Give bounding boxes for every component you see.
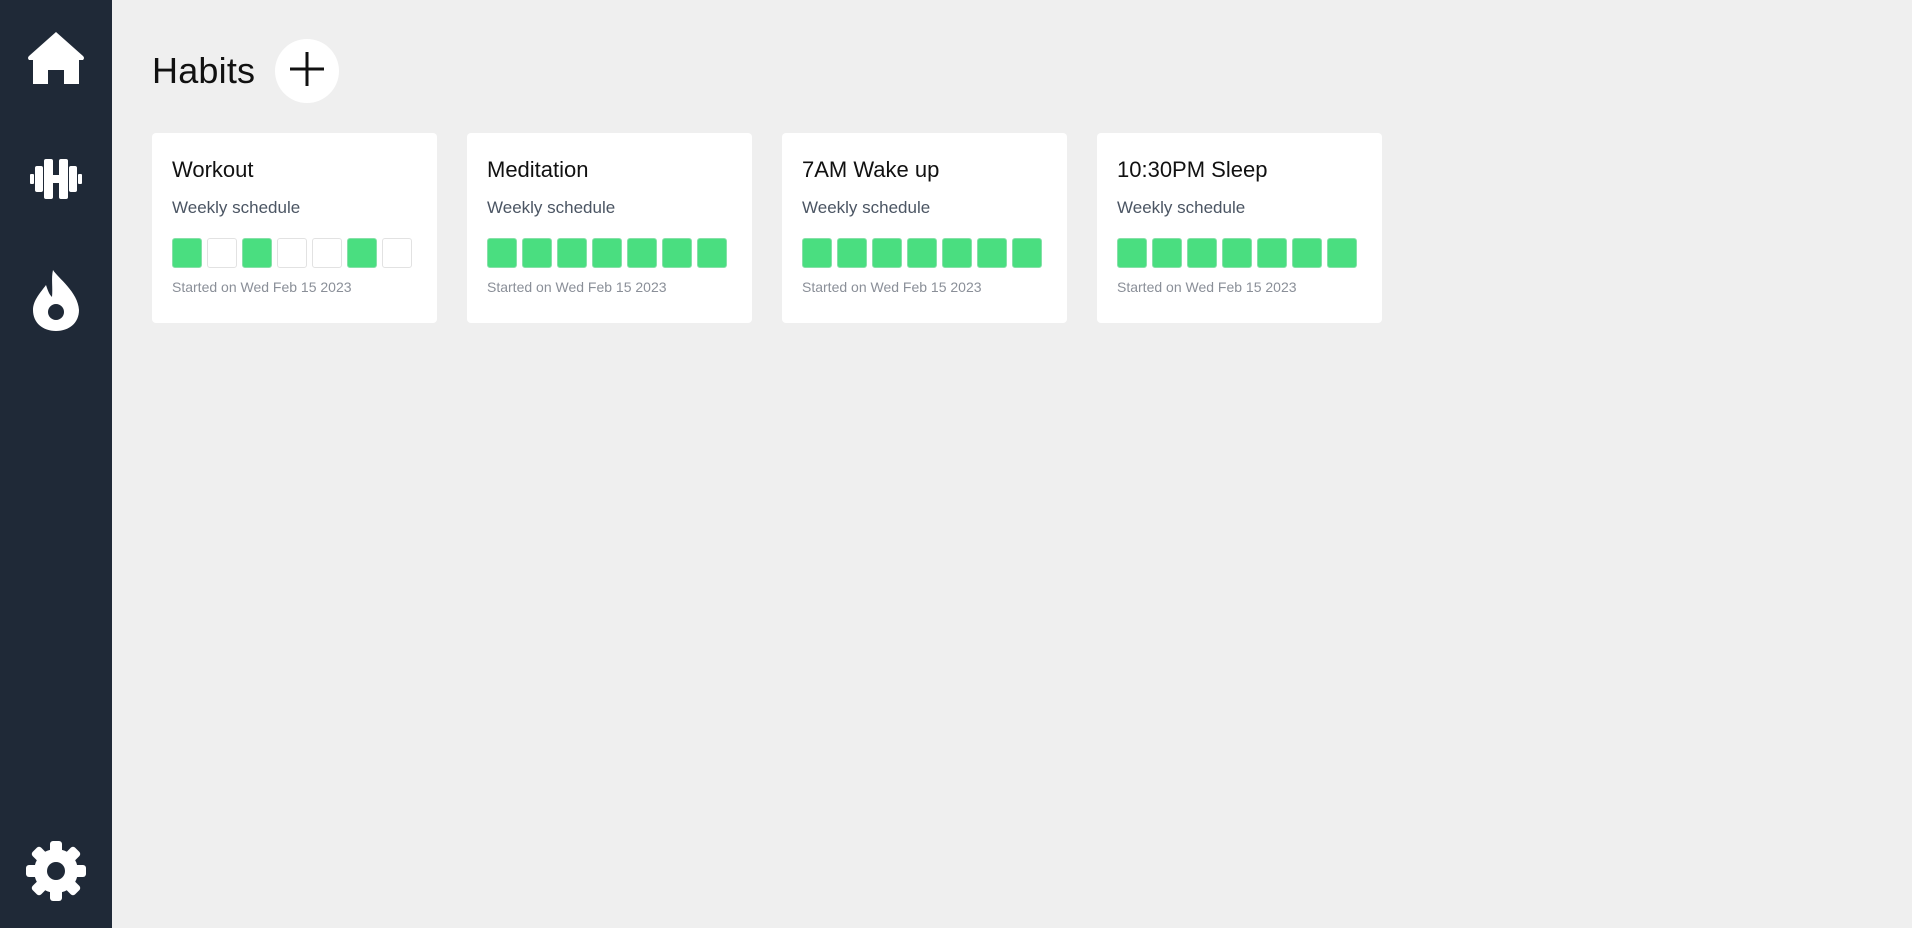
day-checkbox-done[interactable] <box>1292 238 1322 268</box>
day-checkbox-done[interactable] <box>522 238 552 268</box>
weekly-schedule <box>1117 238 1362 268</box>
day-checkbox-done[interactable] <box>837 238 867 268</box>
habit-cards: Workout Weekly schedule Started on Wed Feb… <box>152 133 1382 323</box>
sidebar <box>0 0 112 928</box>
habit-card[interactable]: Workout Weekly schedule Started on Wed Feb… <box>152 133 437 323</box>
day-checkbox-done[interactable] <box>1152 238 1182 268</box>
habit-card[interactable]: Meditation Weekly schedule Started on Wed … <box>467 133 752 323</box>
sidebar-item-home[interactable] <box>0 10 112 106</box>
habit-title: Workout <box>172 157 254 182</box>
day-checkbox-done[interactable] <box>977 238 1007 268</box>
sidebar-item-settings[interactable] <box>0 823 112 919</box>
day-checkbox-done[interactable] <box>1222 238 1252 268</box>
habit-start-date: Started on Wed Feb 15 2023 <box>1117 279 1297 295</box>
main-content: Habits Workout Weekly schedule Started on … <box>112 0 1912 928</box>
day-checkbox-done[interactable] <box>907 238 937 268</box>
day-checkbox-done[interactable] <box>802 238 832 268</box>
page-header: Habits <box>152 38 340 104</box>
day-checkbox-empty[interactable] <box>312 238 342 268</box>
day-checkbox-done[interactable] <box>557 238 587 268</box>
day-checkbox-empty[interactable] <box>207 238 237 268</box>
habit-start-date: Started on Wed Feb 15 2023 <box>172 279 352 295</box>
habit-start-date: Started on Wed Feb 15 2023 <box>487 279 667 295</box>
day-checkbox-done[interactable] <box>1187 238 1217 268</box>
habit-schedule-label: Weekly schedule <box>1117 198 1246 217</box>
day-checkbox-empty[interactable] <box>277 238 307 268</box>
habit-title: 7AM Wake up <box>802 157 940 182</box>
habit-title: 10:30PM Sleep <box>1117 157 1268 182</box>
weekly-schedule <box>487 238 732 268</box>
weekly-schedule <box>172 238 417 268</box>
dumbbell-icon <box>29 158 83 200</box>
app: Habits Workout Weekly schedule Started on … <box>0 0 1912 928</box>
gear-icon <box>24 839 88 903</box>
day-checkbox-done[interactable] <box>1012 238 1042 268</box>
day-checkbox-done[interactable] <box>487 238 517 268</box>
day-checkbox-done[interactable] <box>172 238 202 268</box>
day-checkbox-done[interactable] <box>1327 238 1357 268</box>
habit-card[interactable]: 7AM Wake up Weekly schedule Started on Wed… <box>782 133 1067 323</box>
habit-schedule-label: Weekly schedule <box>172 198 301 217</box>
flame-icon <box>31 268 81 332</box>
day-checkbox-done[interactable] <box>872 238 902 268</box>
sidebar-item-habits[interactable] <box>0 131 112 227</box>
habit-card[interactable]: 10:30PM Sleep Weekly schedule Started on W… <box>1097 133 1382 323</box>
day-checkbox-done[interactable] <box>627 238 657 268</box>
plus-icon <box>290 51 325 91</box>
sidebar-item-streaks[interactable] <box>0 252 112 348</box>
day-checkbox-done[interactable] <box>942 238 972 268</box>
day-checkbox-done[interactable] <box>592 238 622 268</box>
day-checkbox-done[interactable] <box>347 238 377 268</box>
page-title: Habits <box>152 50 256 91</box>
habit-title: Meditation <box>487 157 589 182</box>
habit-schedule-label: Weekly schedule <box>487 198 616 217</box>
add-habit-button[interactable] <box>275 39 340 103</box>
habit-start-date: Started on Wed Feb 15 2023 <box>802 279 982 295</box>
day-checkbox-empty[interactable] <box>382 238 412 268</box>
day-checkbox-done[interactable] <box>697 238 727 268</box>
home-icon <box>27 30 85 86</box>
day-checkbox-done[interactable] <box>1257 238 1287 268</box>
day-checkbox-done[interactable] <box>242 238 272 268</box>
day-checkbox-done[interactable] <box>662 238 692 268</box>
day-checkbox-done[interactable] <box>1117 238 1147 268</box>
weekly-schedule <box>802 238 1047 268</box>
habit-schedule-label: Weekly schedule <box>802 198 931 217</box>
